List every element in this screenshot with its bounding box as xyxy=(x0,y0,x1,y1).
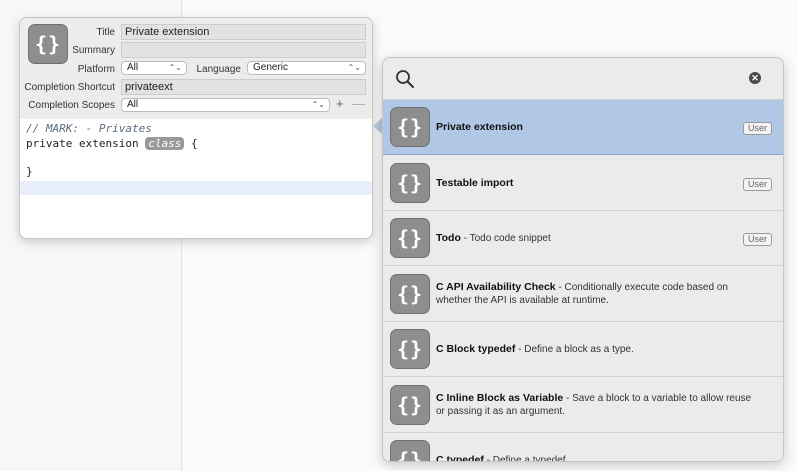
snippet-row-text: Testable import xyxy=(436,177,756,190)
user-badge: User xyxy=(742,233,772,246)
snippet-braces-icon: {} xyxy=(390,218,430,258)
code-line-1: // MARK: - Privates xyxy=(26,122,152,135)
search-bar: ✕ xyxy=(383,58,783,100)
snippet-summary: - Define a block as a type. xyxy=(515,344,634,355)
placeholder-token[interactable]: class xyxy=(145,137,185,150)
summary-label: Summary xyxy=(72,45,115,56)
add-scope-button[interactable]: + xyxy=(336,96,344,111)
snippet-editor-popover: {} Title Private extension Summary Platf… xyxy=(19,17,373,239)
completion-scopes-popup[interactable]: All ⌃⌄ xyxy=(121,98,330,112)
chevron-updown-icon: ⌃⌄ xyxy=(347,63,361,72)
completion-scopes-label: Completion Scopes xyxy=(28,100,115,111)
platform-popup[interactable]: All ⌃⌄ xyxy=(121,61,187,75)
snippet-title: Private extension xyxy=(436,121,523,133)
user-badge: User xyxy=(742,122,772,135)
snippet-summary: - Todo code snippet xyxy=(460,233,551,244)
snippet-braces-icon: {} xyxy=(390,273,430,314)
snippet-library-popover: ✕ {} Private extension User {} Testable impo… xyxy=(382,57,784,462)
chevron-updown-icon: ⌃⌄ xyxy=(168,63,182,72)
search-input[interactable] xyxy=(423,70,727,90)
remove-scope-button[interactable]: — xyxy=(352,96,365,111)
snippet-row[interactable]: {} C Inline Block as Variable - Save a bl… xyxy=(383,378,783,433)
snippet-row[interactable]: {} C Block typedef - Define a block as a … xyxy=(383,322,783,377)
title-field[interactable]: Private extension xyxy=(121,24,366,40)
snippet-braces-icon: {} xyxy=(390,107,430,147)
snippet-row-text: C API Availability Check - Conditionally… xyxy=(436,281,756,307)
title-label: Title xyxy=(96,27,115,38)
snippet-title: C Block typedef xyxy=(436,343,516,355)
language-popup[interactable]: Generic ⌃⌄ xyxy=(247,61,366,75)
snippet-title: Testable import xyxy=(436,176,514,189)
snippet-row[interactable]: {} Testable import User xyxy=(383,156,783,211)
snippet-title: C typedef xyxy=(436,454,484,462)
language-label: Language xyxy=(196,64,242,75)
snippet-braces-icon: {} xyxy=(390,329,430,369)
code-text: private extension xyxy=(26,137,146,150)
snippet-row-text: Private extension xyxy=(436,121,756,134)
code-editor[interactable]: // MARK: - Privates private extension cl… xyxy=(20,119,372,238)
chevron-updown-icon: ⌃⌄ xyxy=(311,100,325,109)
snippet-title: C API Availability Check xyxy=(436,280,556,293)
snippet-row[interactable]: {} C typedef - Define a typedef. xyxy=(383,433,783,462)
snippet-title: Todo xyxy=(436,232,461,244)
completion-shortcut-label: Completion Shortcut xyxy=(24,82,115,93)
code-text: { xyxy=(184,137,198,150)
snippet-summary: - Define a typedef. xyxy=(483,455,569,462)
snippet-row[interactable]: {} Todo - Todo code snippet User xyxy=(383,211,783,266)
completion-shortcut-field[interactable]: privateext xyxy=(121,79,366,95)
snippet-braces-icon: {} xyxy=(28,24,68,64)
clear-icon[interactable]: ✕ xyxy=(749,72,761,84)
code-line-4: } xyxy=(26,165,33,178)
user-badge: User xyxy=(742,177,772,191)
completion-scopes-value: All xyxy=(127,99,139,110)
platform-label: Platform xyxy=(77,64,115,75)
snippet-row-text: C Inline Block as Variable - Save a bloc… xyxy=(436,392,756,418)
magnifying-glass-icon xyxy=(396,70,414,88)
snippet-row-text: C typedef - Define a typedef. xyxy=(436,454,756,462)
snippet-row[interactable]: {} Private extension User xyxy=(383,100,783,155)
summary-field[interactable] xyxy=(121,42,366,58)
code-line-2: private extension class { xyxy=(26,137,198,150)
current-line-highlight xyxy=(20,181,372,195)
snippet-title: C Inline Block as Variable xyxy=(436,391,564,404)
snippet-row[interactable]: {} C API Availability Check - Conditional… xyxy=(383,267,783,322)
language-value: Generic xyxy=(253,62,289,73)
platform-value: All xyxy=(127,62,139,73)
snippet-row-text: C Block typedef - Define a block as a ty… xyxy=(436,343,756,356)
snippet-braces-icon: {} xyxy=(390,384,430,425)
snippet-row-text: Todo - Todo code snippet xyxy=(436,232,756,245)
snippet-braces-icon: {} xyxy=(390,162,430,203)
snippet-braces-icon: {} xyxy=(390,440,430,461)
